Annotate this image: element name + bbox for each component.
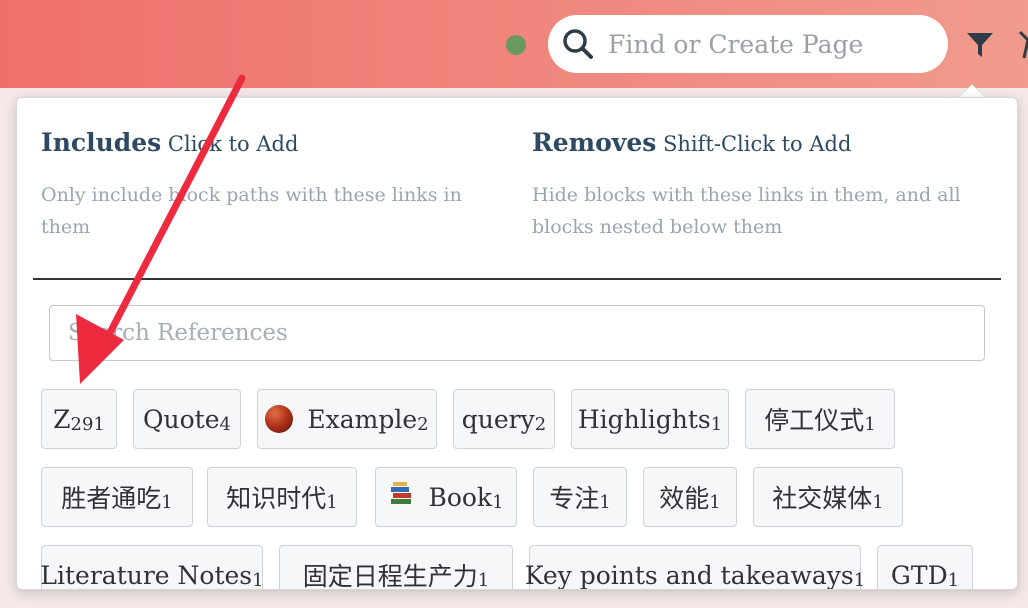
red-ball-icon <box>265 405 294 433</box>
chip-count: 4 <box>219 413 231 435</box>
removes-header: Removes Shift-Click to Add <box>532 126 1002 161</box>
ref-chip-shengzhetongchi[interactable]: 胜者通吃 1 <box>41 467 193 527</box>
chip-count: 291 <box>70 413 105 435</box>
ref-chip-key-points[interactable]: Key points and takeaways 1 <box>525 545 865 589</box>
filter-button[interactable] <box>964 30 996 60</box>
ref-chip-query[interactable]: query 2 <box>453 389 555 449</box>
chip-count: 1 <box>872 491 884 513</box>
ref-chip-literature-notes[interactable]: Literature Notes 1 <box>40 545 264 590</box>
ref-chip-z[interactable]: Z 291 <box>41 389 117 449</box>
chip-count: 2 <box>417 413 429 435</box>
ref-chip-tinggongyishi[interactable]: 停工仪式 1 <box>745 389 895 449</box>
ref-chip-xiaoneng[interactable]: 效能 1 <box>643 467 737 527</box>
ref-chip-zhishishidai[interactable]: 知识时代 1 <box>207 467 357 527</box>
chip-label: Z <box>53 404 71 434</box>
filter-popover: Includes Click to Add Only include block… <box>16 97 1018 590</box>
ref-chip-zhuanzhu[interactable]: 专注 1 <box>533 467 627 527</box>
chip-count: 2 <box>534 413 547 435</box>
chip-count: 1 <box>492 491 504 513</box>
books-icon <box>388 481 414 513</box>
ref-chip-highlights[interactable]: Highlights 1 <box>571 389 729 449</box>
chip-label: query <box>461 404 535 434</box>
search-input[interactable] <box>606 28 930 60</box>
chip-label: Quote <box>143 404 220 434</box>
sync-status-indicator <box>506 35 526 55</box>
find-or-create-search[interactable] <box>548 15 948 73</box>
removes-description: Hide blocks with these links in them, an… <box>532 184 961 238</box>
chip-count: 1 <box>864 413 876 435</box>
chip-label: 效能 <box>659 484 710 513</box>
chip-count: 1 <box>477 569 490 590</box>
chip-count: 1 <box>161 491 173 513</box>
includes-description: Only include block paths with these link… <box>41 184 462 238</box>
includes-hint: Click to Add <box>167 132 299 156</box>
chip-count: 1 <box>599 491 611 513</box>
section-divider <box>33 278 1001 280</box>
toolbar-overflow-icon[interactable] <box>1016 28 1028 68</box>
search-icon <box>563 29 593 59</box>
ref-chip-shejiaomeiti[interactable]: 社交媒体 1 <box>753 467 903 527</box>
chip-label: GTD <box>890 560 948 590</box>
chip-count: 1 <box>252 569 264 590</box>
removes-hint: Shift-Click to Add <box>663 132 852 156</box>
chip-count: 1 <box>947 569 960 590</box>
chip-label: 社交媒体 <box>772 484 873 513</box>
chip-label: Book <box>428 482 493 512</box>
chip-count: 1 <box>709 491 721 513</box>
removes-title: Removes <box>532 128 657 157</box>
ref-chip-quote[interactable]: Quote 4 <box>133 389 241 449</box>
removes-section: Removes Shift-Click to Add Hide blocks w… <box>532 126 1002 243</box>
ref-chip-gudingricheng[interactable]: 固定日程生产力 1 <box>279 545 513 590</box>
chip-count: 1 <box>710 413 723 435</box>
filter-icon <box>967 33 993 57</box>
chip-label: Highlights <box>577 404 711 434</box>
ref-chip-gtd[interactable]: GTD 1 <box>877 545 973 590</box>
chip-label: 停工仪式 <box>764 406 865 435</box>
chip-label: 知识时代 <box>226 484 327 513</box>
chip-label: Key points and takeaways <box>524 560 854 590</box>
ref-chip-book[interactable]: Book 1 <box>375 467 517 527</box>
top-bar <box>0 0 1028 88</box>
chip-label: Literature Notes <box>40 560 253 590</box>
includes-title: Includes <box>41 128 162 157</box>
chip-count: 1 <box>853 569 866 590</box>
includes-section: Includes Click to Add Only include block… <box>41 126 501 243</box>
chip-label: Example <box>307 404 418 434</box>
search-references-input[interactable] <box>49 305 985 361</box>
includes-header: Includes Click to Add <box>41 126 501 161</box>
chip-label: 专注 <box>549 484 600 513</box>
ref-chip-example[interactable]: Example 2 <box>257 389 437 449</box>
chip-count: 1 <box>326 491 338 513</box>
chip-label: 胜者通吃 <box>61 484 162 513</box>
chip-label: 固定日程生产力 <box>302 562 478 590</box>
